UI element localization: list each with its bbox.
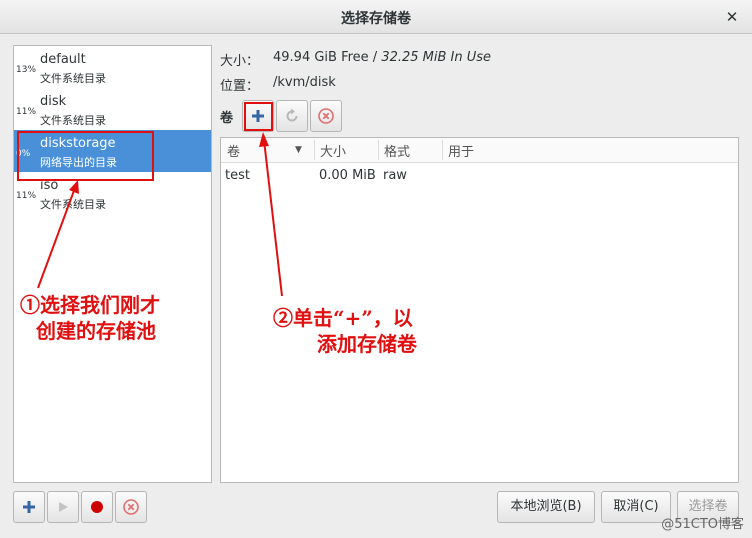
annotation-arrowhead-add (259, 132, 269, 147)
annotation-arrowhead-pool (69, 180, 79, 194)
annotation-note-add: ②单击“+”，以 添加存储卷 (273, 305, 417, 357)
annotation-line: 添加存储卷 (317, 332, 417, 356)
watermark: @51CTO博客 (661, 517, 744, 532)
annotation-arrows (37, 132, 283, 297)
annotation-line: ①选择我们刚才 (20, 293, 160, 317)
annotation-arrow-pool (37, 187, 76, 289)
annotation-note-pool: ①选择我们刚才 创建的存储池 (20, 292, 160, 344)
annotation-line: ②单击“+”，以 (273, 306, 413, 330)
annotation-line: 创建的存储池 (36, 319, 156, 343)
annotation-arrow-add (263, 139, 283, 297)
